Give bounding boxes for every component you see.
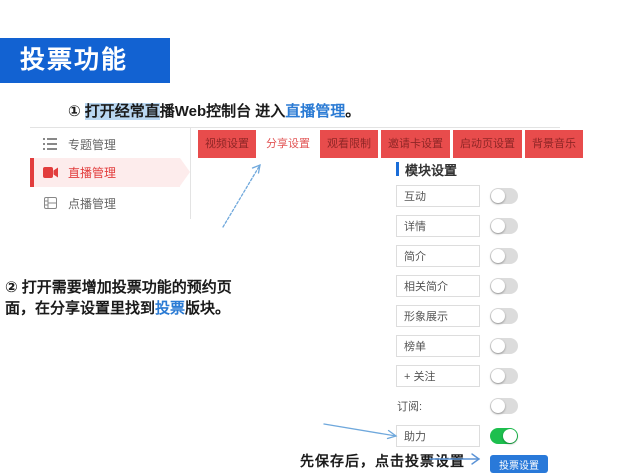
module-name-input[interactable]: 榜单	[396, 335, 480, 357]
step2-instruction: ②打开需要增加投票功能的预约页 面，在分享设置里找到投票版块。	[5, 277, 237, 319]
toggle-switch[interactable]	[490, 398, 518, 414]
module-settings-panel: 模块设置 互动 详情 简介 相关简介 形象展示 榜单 + 关注	[396, 161, 518, 473]
page-title: 投票功能	[0, 38, 170, 83]
film-icon	[42, 197, 58, 209]
module-settings-title: 模块设置	[405, 160, 457, 179]
step2-number: ②	[5, 279, 18, 296]
sidebar-item-label: 直播管理	[68, 164, 116, 181]
step1-text: 播Web控制台 进入	[160, 103, 286, 120]
page: 投票功能 ①打开经常直播Web控制台 进入直播管理。 专题管理 直播管理 点播管…	[0, 0, 628, 476]
arrow-to-boost-module	[320, 416, 404, 446]
module-name-input[interactable]: 相关简介	[396, 275, 480, 297]
module-row-boost: 助力	[396, 425, 518, 447]
module-row-image-display: 形象展示	[396, 305, 518, 327]
settings-tab-bar: 视频设置 分享设置 观看限制 邀请卡设置 启动页设置 背景音乐	[198, 130, 583, 158]
sidebar-item-label: 专题管理	[68, 136, 116, 153]
module-name-input[interactable]: 简介	[396, 245, 480, 267]
toggle-switch[interactable]	[490, 188, 518, 204]
tab-invitation-card[interactable]: 邀请卡设置	[381, 130, 450, 158]
module-name-input[interactable]: 详情	[396, 215, 480, 237]
subscribe-label: 订阅:	[396, 398, 480, 414]
step2-text-line1: 打开需要增加投票功能的预约页	[22, 279, 232, 296]
tab-viewing-restrictions[interactable]: 观看限制	[320, 130, 378, 158]
toggle-switch[interactable]	[490, 428, 518, 444]
module-name-input[interactable]: 助力	[396, 425, 480, 447]
step2-link: 投票	[155, 300, 185, 317]
tab-share-settings[interactable]: 分享设置	[259, 130, 317, 158]
header-accent-bar	[396, 162, 399, 176]
sidebar-item-live-management[interactable]: 直播管理	[30, 158, 180, 187]
toggle-switch[interactable]	[490, 278, 518, 294]
toggle-switch[interactable]	[490, 368, 518, 384]
sidebar-item-topic-management[interactable]: 专题管理	[30, 131, 180, 157]
step1-instruction: ①打开经常直播Web控制台 进入直播管理。	[68, 100, 360, 121]
step2-text-line2: 面，在分享设置里找到	[5, 300, 155, 317]
tab-launch-page[interactable]: 启动页设置	[453, 130, 522, 158]
panel-top-border	[30, 127, 560, 128]
step1-number: ①	[68, 103, 81, 120]
module-row-details: 详情	[396, 215, 518, 237]
toggle-switch[interactable]	[490, 218, 518, 234]
list-icon	[42, 138, 58, 150]
module-row-ranking: 榜单	[396, 335, 518, 357]
module-row-subscribe: 订阅:	[396, 395, 518, 417]
module-row-intro: 简介	[396, 245, 518, 267]
toggle-switch[interactable]	[490, 248, 518, 264]
module-settings-header: 模块设置	[396, 161, 518, 177]
module-name-input[interactable]: 互动	[396, 185, 480, 207]
module-name-input[interactable]: + 关注	[396, 365, 480, 387]
step1-link: 直播管理	[285, 103, 345, 120]
module-name-input[interactable]: 形象展示	[396, 305, 480, 327]
step1-highlighted-text: 打开经常直	[85, 103, 160, 120]
tab-background-music[interactable]: 背景音乐	[525, 130, 583, 158]
vote-settings-button[interactable]: 投票设置	[490, 455, 548, 473]
tab-video-settings[interactable]: 视频设置	[198, 130, 256, 158]
step1-period: 。	[345, 103, 360, 120]
module-row-follow: + 关注	[396, 365, 518, 387]
toggle-switch[interactable]	[490, 338, 518, 354]
arrow-to-share-settings-tab	[215, 157, 270, 232]
video-camera-icon	[42, 167, 58, 178]
module-row-interaction: 互动	[396, 185, 518, 207]
sidebar-divider	[190, 127, 191, 219]
footer-note: 先保存后，点击投票设置	[300, 451, 465, 471]
sidebar-item-vod-management[interactable]: 点播管理	[30, 190, 180, 216]
sidebar-item-label: 点播管理	[68, 195, 116, 212]
toggle-switch[interactable]	[490, 308, 518, 324]
step2-text-line2-end: 版块。	[185, 300, 230, 317]
module-row-related-intro: 相关简介	[396, 275, 518, 297]
